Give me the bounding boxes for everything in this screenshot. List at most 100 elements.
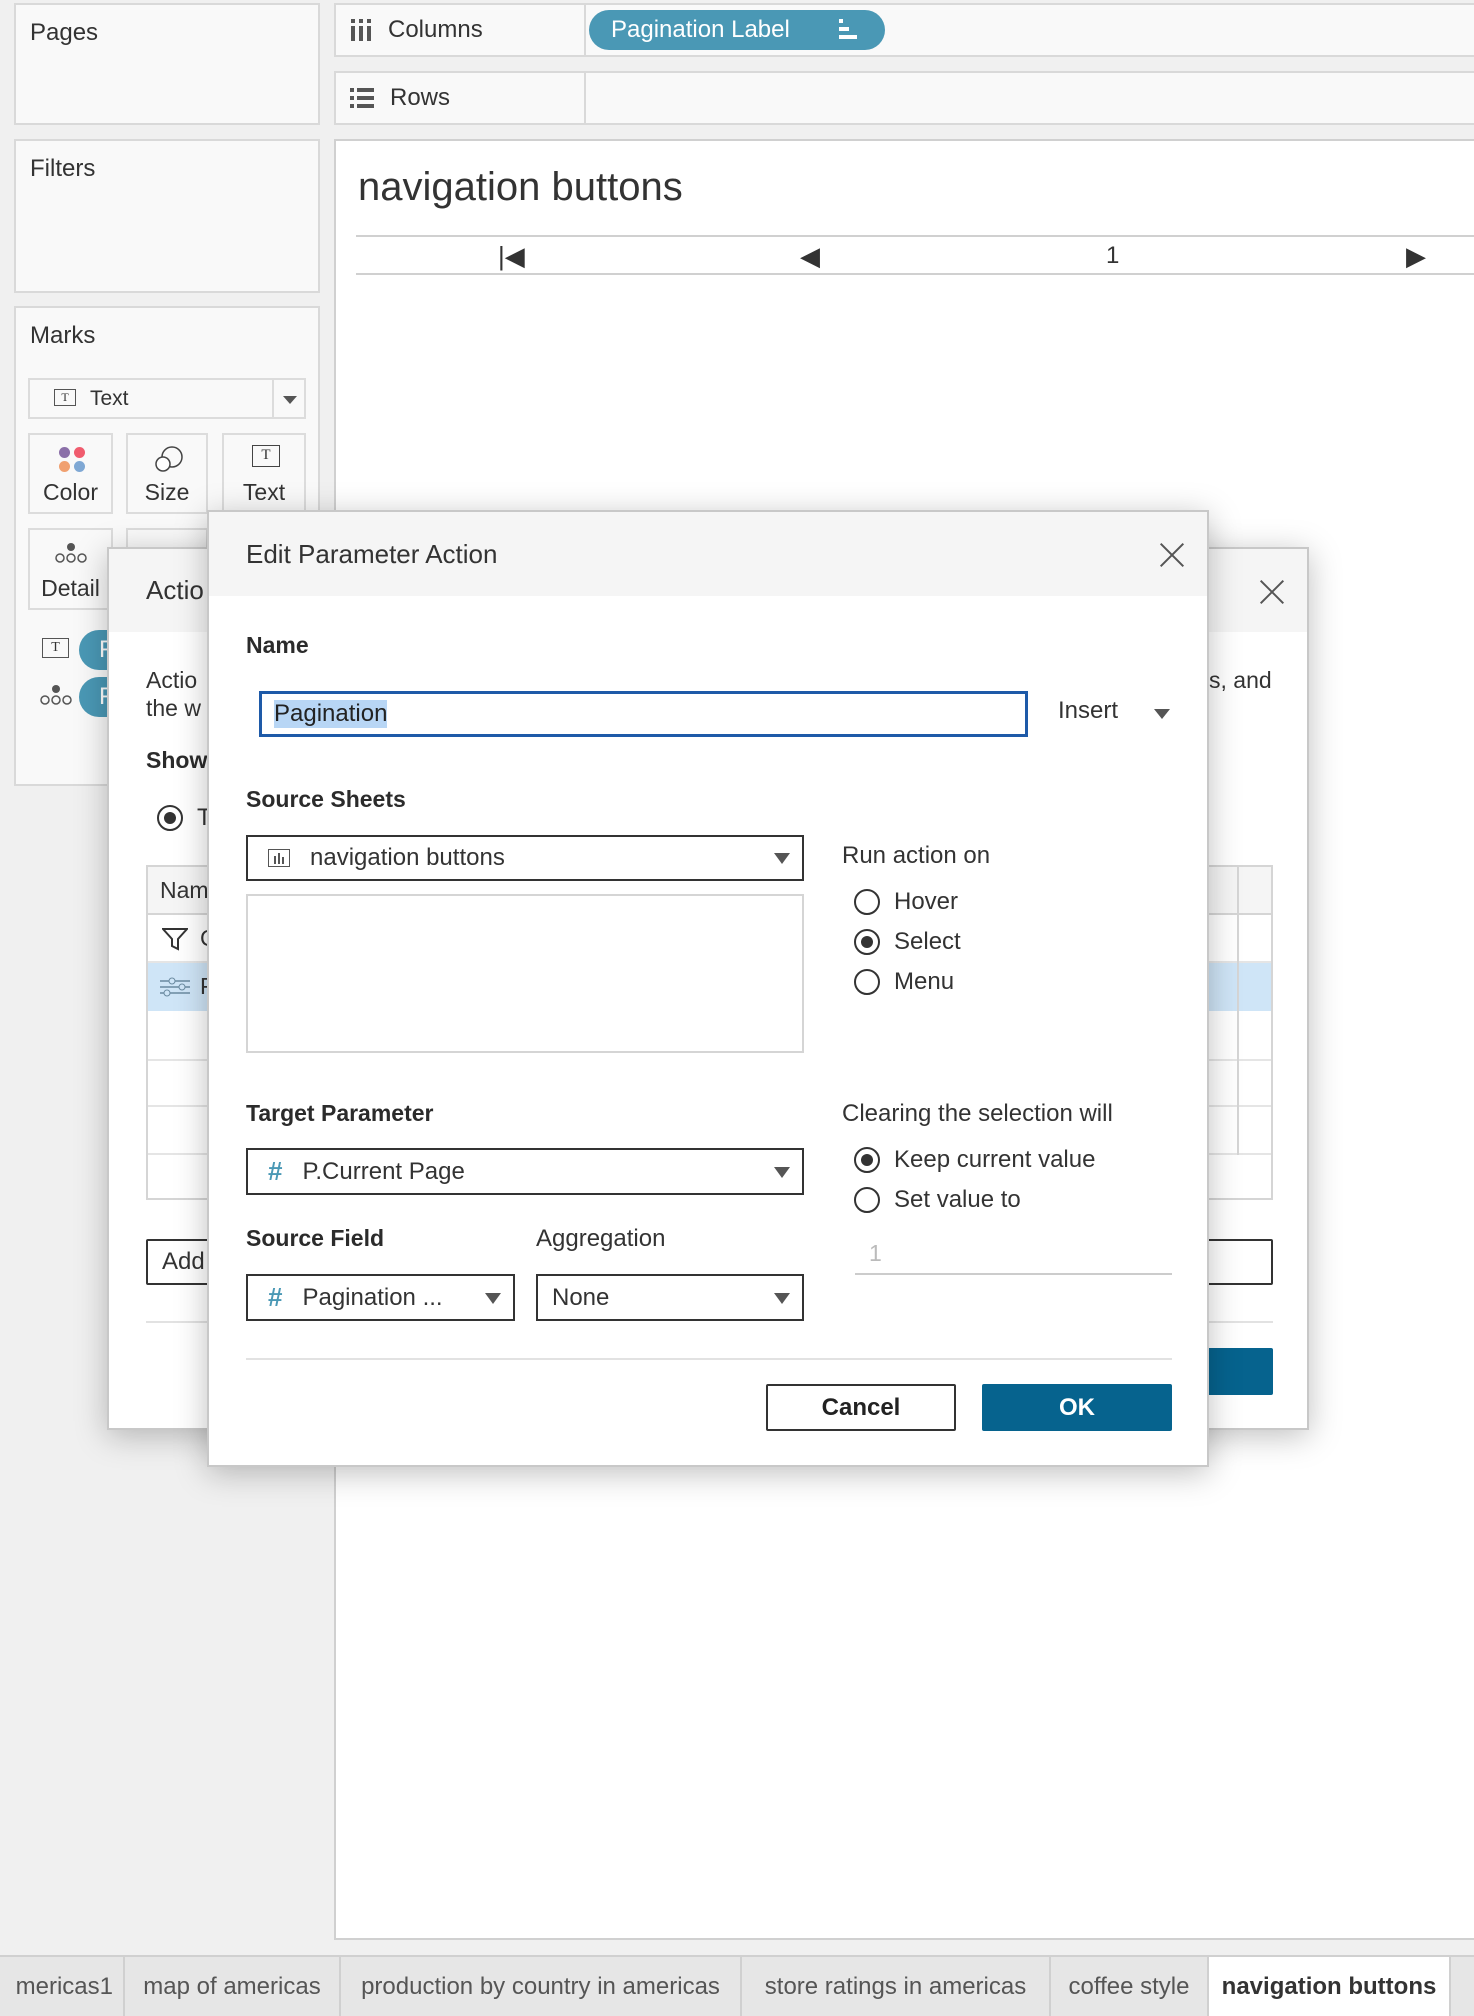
set-value-placeholder: 1 (869, 1240, 882, 1266)
chevron-down-icon (774, 1166, 790, 1178)
detail-card-label: Detail (41, 575, 100, 601)
pages-shelf[interactable]: Pages (14, 3, 320, 125)
color-card-label: Color (43, 479, 98, 505)
show-label: Show (146, 747, 208, 773)
columns-icon (351, 19, 371, 41)
radio-checked-icon (157, 805, 183, 831)
mark-type-dropdown[interactable]: T Text (28, 378, 306, 419)
columns-label-text: Columns (388, 16, 483, 43)
target-parameter-label: Target Parameter (246, 1100, 434, 1126)
rows-shelf[interactable]: Rows (334, 71, 1474, 125)
tab-label: mericas1 (15, 1972, 113, 2000)
text-box-icon: T (54, 389, 76, 406)
pagination-label-pill[interactable]: Pagination Label (589, 10, 885, 50)
aggregation-dropdown[interactable]: None (536, 1274, 804, 1321)
aggregation-label: Aggregation (536, 1225, 666, 1252)
actions-description-line2: the w (146, 695, 201, 721)
radio-checked-icon (854, 929, 880, 955)
name-label: Name (246, 632, 309, 658)
aggregation-value: None (552, 1283, 610, 1311)
close-icon[interactable] (1259, 579, 1285, 605)
button-label: Add (162, 1248, 205, 1275)
next-page-button[interactable]: ▶ (1406, 241, 1426, 272)
tab-store-ratings[interactable]: store ratings in americas (742, 1957, 1051, 2016)
chevron-down-icon (283, 396, 297, 404)
edit-dialog-header: Edit Parameter Action (209, 512, 1207, 596)
tab-production-by-country[interactable]: production by country in americas (341, 1957, 742, 2016)
chevron-down-icon (774, 853, 790, 864)
source-sheets-list[interactable] (246, 894, 804, 1053)
text-box-icon: T (252, 445, 280, 467)
run-on-hover-radio[interactable]: Hover (854, 888, 958, 916)
prev-page-button[interactable]: ◀ (800, 241, 820, 272)
target-parameter-dropdown[interactable]: # P.Current Page (246, 1148, 804, 1195)
ok-button[interactable]: OK (982, 1384, 1172, 1431)
detail-dots-icon (40, 685, 72, 705)
edit-parameter-action-dialog: Edit Parameter Action Name Pagination In… (207, 510, 1209, 1467)
clearing-selection-label: Clearing the selection will (842, 1100, 1113, 1127)
name-input[interactable]: Pagination (259, 691, 1028, 737)
source-sheets-label: Source Sheets (246, 786, 406, 812)
tab-coffee-style[interactable]: coffee style (1051, 1957, 1209, 2016)
run-on-select-radio[interactable]: Select (854, 928, 961, 956)
rows-label: Rows (336, 73, 586, 123)
detail-card[interactable]: Detail (28, 528, 113, 610)
actions-description-line1: Actio (146, 667, 198, 693)
divider (272, 380, 274, 417)
tab-americas1[interactable]: mericas1 (0, 1957, 125, 2016)
first-page-button[interactable]: |◀ (498, 241, 525, 272)
radio-label: Keep current value (894, 1146, 1096, 1173)
filters-shelf[interactable]: Filters (14, 139, 320, 293)
actions-description-right: s, and (1209, 667, 1272, 693)
column-header-name: Nam (160, 877, 209, 903)
rows-label-text: Rows (390, 84, 451, 111)
radio-label: Set value to (894, 1186, 1021, 1213)
insert-dropdown[interactable]: Insert (1058, 697, 1188, 733)
source-field-label: Source Field (246, 1225, 385, 1251)
edit-dialog-title: Edit Parameter Action (246, 539, 498, 569)
cancel-button[interactable]: Cancel (766, 1384, 956, 1431)
set-value-input[interactable]: 1 (855, 1232, 1172, 1275)
insert-label: Insert (1058, 697, 1119, 724)
size-card-label: Size (144, 479, 190, 505)
source-field-value: Pagination ... (302, 1283, 443, 1311)
tab-label: navigation buttons (1221, 1972, 1437, 2000)
parameter-sliders-icon (160, 977, 190, 997)
set-value-to-radio[interactable]: Set value to (854, 1186, 1021, 1214)
text-card[interactable]: T Text (222, 433, 306, 514)
color-card[interactable]: Color (28, 433, 113, 514)
columns-shelf[interactable]: Columns Pagination Label (334, 3, 1474, 57)
color-dots-icon (59, 447, 87, 473)
radio-icon (854, 1187, 880, 1213)
filters-title: Filters (30, 155, 96, 182)
source-sheets-dropdown[interactable]: navigation buttons (246, 835, 804, 881)
filter-icon (162, 928, 188, 951)
mark-type-label: Text (90, 387, 129, 410)
run-on-menu-radio[interactable]: Menu (854, 968, 954, 996)
text-box-icon: T (42, 638, 69, 658)
size-card[interactable]: Size (126, 433, 208, 514)
tab-navigation-buttons[interactable]: navigation buttons (1209, 1957, 1451, 2016)
tab-map-of-americas[interactable]: map of americas (125, 1957, 341, 2016)
tab-label: coffee style (1068, 1972, 1190, 2000)
pill-label: Pagination Label (611, 16, 790, 43)
columns-label: Columns (336, 5, 586, 55)
radio-label: Hover (894, 888, 959, 915)
show-radio[interactable]: T (157, 804, 212, 832)
name-input-value: Pagination (274, 700, 388, 728)
tab-label: map of americas (143, 1972, 321, 2000)
chevron-down-icon (774, 1292, 790, 1304)
radio-label: Select (894, 928, 961, 955)
nav-row: |◀ ◀ 1 ▶ (356, 235, 1474, 275)
keep-current-value-radio[interactable]: Keep current value (854, 1146, 1095, 1174)
button-label: OK (1059, 1393, 1095, 1421)
detail-dots-icon (55, 543, 87, 563)
close-icon[interactable] (1159, 542, 1185, 568)
sheet-icon (268, 849, 290, 867)
actions-dialog-title: Actio (146, 575, 204, 605)
text-card-label: Text (242, 479, 286, 505)
current-page-label: 1 (1106, 242, 1120, 269)
source-field-dropdown[interactable]: # Pagination ... (246, 1274, 515, 1321)
pages-title: Pages (30, 19, 99, 46)
sheet-title: navigation buttons (358, 165, 683, 209)
